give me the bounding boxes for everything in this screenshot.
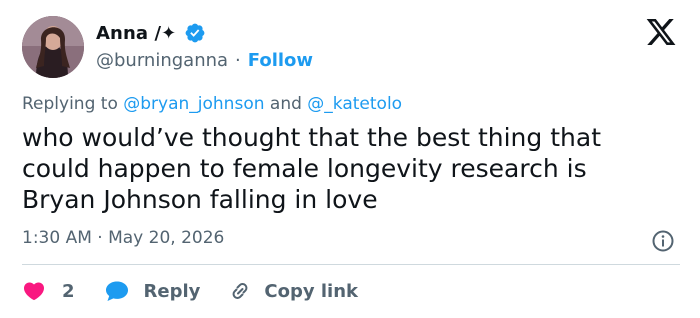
copy-link-button[interactable]: Copy link: [228, 279, 358, 303]
author-display-name[interactable]: Anna /✦: [96, 23, 176, 44]
handle-separator: ·: [235, 49, 241, 71]
replying-to: Replying to @bryan_johnson and @_katetol…: [22, 94, 402, 114]
reply-mention-2[interactable]: @_katetolo: [307, 94, 402, 114]
reply-label: Reply: [143, 280, 201, 302]
author-handle-row: @burninganna · Follow: [96, 48, 313, 72]
author-name-row: Anna /✦: [96, 20, 206, 46]
info-icon[interactable]: [651, 229, 675, 253]
replying-conjunction: and: [264, 94, 308, 114]
avatar-photo: [22, 16, 84, 78]
x-logo-icon[interactable]: [644, 16, 678, 48]
divider: [22, 264, 680, 265]
heart-icon: [23, 282, 45, 301]
like-count: 2: [62, 280, 75, 302]
follow-button[interactable]: Follow: [248, 50, 313, 71]
replying-prefix: Replying to: [22, 94, 124, 114]
link-icon: [232, 283, 248, 299]
tweet-text: who would’ve thought that the best thing…: [22, 123, 601, 214]
reply-button[interactable]: Reply: [104, 279, 201, 303]
copy-link-label: Copy link: [264, 280, 358, 302]
avatar[interactable]: [22, 16, 84, 78]
like-button[interactable]: 2: [22, 279, 75, 303]
reply-mention-1[interactable]: @bryan_johnson: [123, 94, 264, 114]
verified-badge-icon: [185, 23, 205, 43]
tweet-actions: 2 Reply Copy link: [22, 278, 358, 304]
reply-bubble-icon: [105, 281, 128, 301]
tweet-timestamp[interactable]: 1:30 AM · May 20, 2026: [22, 228, 224, 248]
author-handle[interactable]: @burninganna: [96, 50, 228, 71]
